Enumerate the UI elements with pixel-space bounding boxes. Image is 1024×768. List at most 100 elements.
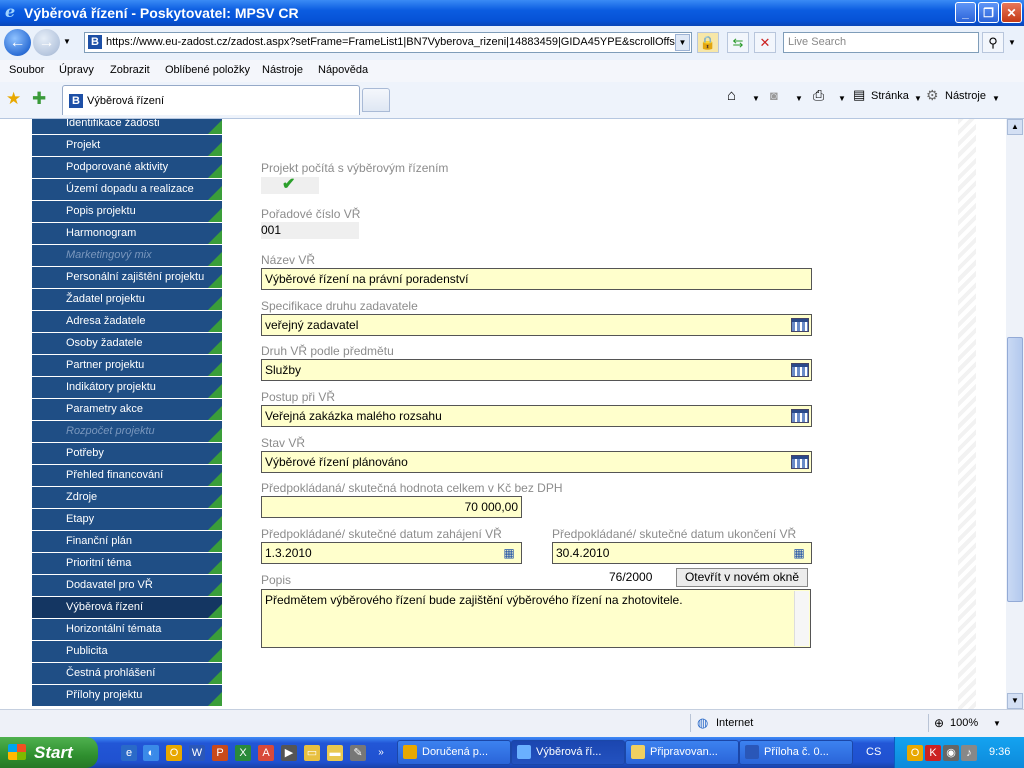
lock-icon[interactable]: 🔒 — [697, 32, 719, 53]
tab-active[interactable]: B Výběrová řízení — [62, 85, 360, 115]
stop-icon[interactable]: ✕ — [754, 32, 776, 53]
back-button[interactable]: ← — [4, 29, 31, 56]
address-dropdown-icon[interactable]: ▼ — [675, 34, 690, 51]
sidebar-item[interactable]: Adresa žadatele — [32, 311, 222, 332]
zoom-level[interactable]: 100% — [950, 717, 978, 729]
desc-textarea[interactable]: Předmětem výběrového řízení bude zajiště… — [261, 589, 811, 648]
feeds-icon[interactable]: ◙ — [770, 88, 778, 103]
menu-soubor[interactable]: Soubor — [9, 64, 44, 76]
end-calendar-icon[interactable]: ▦ — [790, 546, 808, 560]
spec-field[interactable]: veřejný zadavatel — [261, 314, 812, 336]
tray-volume-icon[interactable]: ♪ — [961, 745, 977, 761]
tray-outlook-icon[interactable]: O — [907, 745, 923, 761]
task-folder[interactable]: Připravovan... — [625, 740, 739, 765]
menu-zobrazit[interactable]: Zobrazit — [110, 64, 150, 76]
zoom-dropdown-icon[interactable]: ▼ — [993, 719, 1001, 728]
print-icon[interactable]: ⎙ — [813, 87, 824, 104]
tray-antivirus-icon[interactable]: K — [925, 745, 941, 761]
status-lookup-icon[interactable] — [791, 455, 809, 469]
close-button[interactable]: ✕ — [1001, 2, 1022, 23]
tool-quicklaunch-icon[interactable]: ✎ — [350, 745, 366, 761]
start-calendar-icon[interactable]: ▦ — [500, 546, 518, 560]
open-new-window-button[interactable]: Otevřít v novém okně — [676, 568, 808, 587]
media-quicklaunch-icon[interactable]: ▶ — [281, 745, 297, 761]
scroll-down-icon[interactable]: ▼ — [1007, 693, 1023, 709]
history-dropdown-icon[interactable]: ▼ — [63, 37, 71, 46]
scroll-thumb[interactable] — [1007, 337, 1023, 602]
outlook-quicklaunch-icon[interactable]: O — [166, 745, 182, 761]
sidebar-item[interactable]: Výběrová řízení — [32, 597, 222, 618]
menu-nastroje[interactable]: Nástroje — [262, 64, 303, 76]
procedure-field[interactable]: Veřejná zakázka malého rozsahu — [261, 405, 812, 427]
add-favorite-icon[interactable]: ✚ — [32, 89, 46, 109]
sidebar-item[interactable]: Finanční plán — [32, 531, 222, 552]
sidebar-item[interactable]: Popis projektu — [32, 201, 222, 222]
status-field[interactable]: Výběrové řízení plánováno — [261, 451, 812, 473]
start-date-field[interactable]: 1.3.2010 ▦ — [261, 542, 522, 564]
page-dropdown-icon[interactable]: ▼ — [914, 94, 922, 103]
scroll-up-icon[interactable]: ▲ — [1007, 119, 1023, 135]
search-icon[interactable]: ⚲ — [982, 32, 1004, 53]
sidebar-item[interactable]: Dodavatel pro VŘ — [32, 575, 222, 596]
sidebar-item[interactable]: Přehled financování — [32, 465, 222, 486]
name-field[interactable]: Výběrové řízení na právní poradenství — [261, 268, 812, 290]
tools-dropdown-icon[interactable]: ▼ — [992, 94, 1000, 103]
desktop-quicklaunch-icon[interactable]: ▭ — [304, 745, 320, 761]
folder-quicklaunch-icon[interactable]: ▬ — [327, 745, 343, 761]
ie-quicklaunch-icon[interactable]: e — [121, 745, 137, 761]
spec-lookup-icon[interactable] — [791, 318, 809, 332]
task-outlook[interactable]: Doručená p... — [397, 740, 511, 765]
new-tab-button[interactable] — [362, 88, 390, 112]
sidebar-item[interactable]: Území dopadu a realizace — [32, 179, 222, 200]
tender-flag-checkbox[interactable]: ✔ — [261, 176, 319, 194]
sidebar-item[interactable]: Personální zajištění projektu — [32, 267, 222, 288]
tray-network-icon[interactable]: ◉ — [943, 745, 959, 761]
sidebar-item[interactable]: Harmonogram — [32, 223, 222, 244]
sidebar-item[interactable]: Podporované aktivity — [32, 157, 222, 178]
firefox-quicklaunch-icon[interactable]: ◐ — [143, 745, 159, 761]
page-menu[interactable]: Stránka — [871, 90, 909, 102]
sidebar-item[interactable]: Indikátory projektu — [32, 377, 222, 398]
sidebar-item[interactable]: Etapy — [32, 509, 222, 530]
forward-button[interactable]: → — [33, 29, 60, 56]
print-dropdown-icon[interactable]: ▼ — [838, 94, 846, 103]
type-field[interactable]: Služby — [261, 359, 812, 381]
more-quicklaunch-icon[interactable]: » — [373, 745, 389, 761]
restore-button[interactable]: ❐ — [978, 2, 999, 23]
excel-quicklaunch-icon[interactable]: X — [235, 745, 251, 761]
sidebar-item[interactable]: Publicita — [32, 641, 222, 662]
sidebar-item[interactable]: Osoby žadatele — [32, 333, 222, 354]
sidebar-item[interactable]: Prioritní téma — [32, 553, 222, 574]
sidebar-item[interactable]: Projekt — [32, 135, 222, 156]
menu-oblibene[interactable]: Oblíbené položky — [165, 64, 250, 76]
sidebar-item[interactable]: Čestná prohlášení — [32, 663, 222, 684]
home-icon[interactable]: ⌂ — [727, 87, 736, 104]
page-scrollbar[interactable]: ▲ ▼ — [1006, 119, 1024, 709]
powerpoint-quicklaunch-icon[interactable]: P — [212, 745, 228, 761]
refresh-icon[interactable]: ⇆ — [727, 32, 749, 53]
sidebar-item[interactable]: Zdroje — [32, 487, 222, 508]
start-button[interactable]: Start — [0, 737, 98, 768]
sidebar-item[interactable]: Parametry akce — [32, 399, 222, 420]
favorites-star-icon[interactable]: ★ — [6, 89, 21, 109]
sidebar-item[interactable]: Přílohy projektu — [32, 685, 222, 706]
search-options-icon[interactable]: ▼ — [1008, 38, 1016, 47]
acrobat-quicklaunch-icon[interactable]: A — [258, 745, 274, 761]
word-quicklaunch-icon[interactable]: W — [189, 745, 205, 761]
sidebar-item[interactable]: Potřeby — [32, 443, 222, 464]
address-field[interactable]: B https://www.eu-zadost.cz/zadost.aspx?s… — [84, 32, 692, 53]
clock[interactable]: 9:36 — [989, 746, 1010, 758]
amount-field[interactable]: 70 000,00 — [261, 496, 522, 518]
home-dropdown-icon[interactable]: ▼ — [752, 94, 760, 103]
task-ie[interactable]: Výběrová ří... — [511, 740, 625, 765]
end-date-field[interactable]: 30.4.2010 ▦ — [552, 542, 812, 564]
menu-napoveda[interactable]: Nápověda — [318, 64, 368, 76]
procedure-lookup-icon[interactable] — [791, 409, 809, 423]
menu-upravy[interactable]: Úpravy — [59, 64, 94, 76]
feeds-dropdown-icon[interactable]: ▼ — [795, 94, 803, 103]
search-input[interactable]: Live Search — [783, 32, 979, 53]
type-lookup-icon[interactable] — [791, 363, 809, 377]
desc-scrollbar[interactable] — [794, 591, 809, 646]
task-word[interactable]: Příloha č. 0... — [739, 740, 853, 765]
sidebar-item[interactable]: Identifikace žádosti — [32, 119, 222, 134]
